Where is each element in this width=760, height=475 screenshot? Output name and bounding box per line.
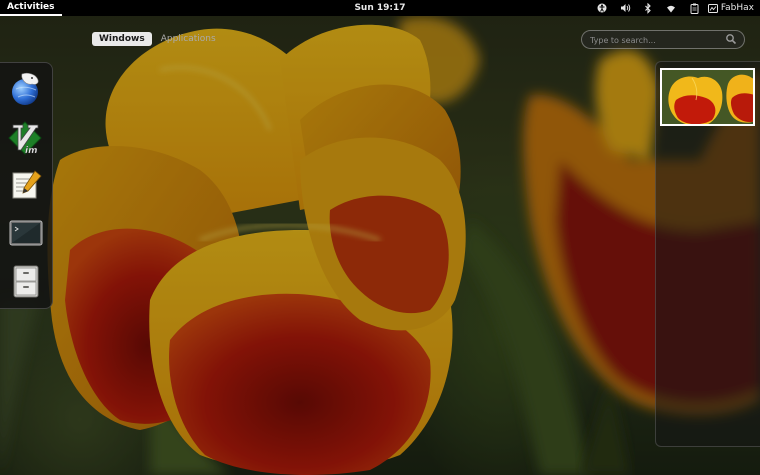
search-box xyxy=(581,30,745,49)
tab-applications[interactable]: Applications xyxy=(154,32,223,46)
workspace-thumbnail[interactable] xyxy=(660,68,755,126)
desktop-wallpaper xyxy=(0,0,760,475)
view-selector: Windows Applications xyxy=(92,32,223,46)
bluetooth-icon[interactable] xyxy=(637,0,660,16)
dash: im xyxy=(0,62,53,309)
text-editor-icon[interactable] xyxy=(8,167,44,203)
volume-icon[interactable] xyxy=(614,0,637,16)
user-icon xyxy=(707,3,718,13)
search-icon xyxy=(726,34,737,45)
user-name: FabHax xyxy=(720,3,754,13)
top-bar: Activities Sun 19:17 FabHax xyxy=(0,0,760,16)
tab-windows[interactable]: Windows xyxy=(92,32,152,46)
svg-text:im: im xyxy=(25,146,37,156)
activities-button[interactable]: Activities xyxy=(0,0,62,16)
system-tray: FabHax xyxy=(591,0,754,16)
wifi-icon[interactable] xyxy=(660,0,683,16)
vim-icon[interactable]: im xyxy=(8,120,44,156)
terminal-icon[interactable] xyxy=(8,215,44,251)
web-browser-icon[interactable] xyxy=(8,71,44,107)
clock-label[interactable]: Sun 19:17 xyxy=(354,3,405,13)
file-manager-icon[interactable] xyxy=(8,263,44,299)
user-menu[interactable]: FabHax xyxy=(707,0,754,16)
search-input[interactable] xyxy=(590,33,720,47)
accessibility-icon[interactable] xyxy=(591,0,614,16)
clipboard-icon[interactable] xyxy=(683,0,706,16)
